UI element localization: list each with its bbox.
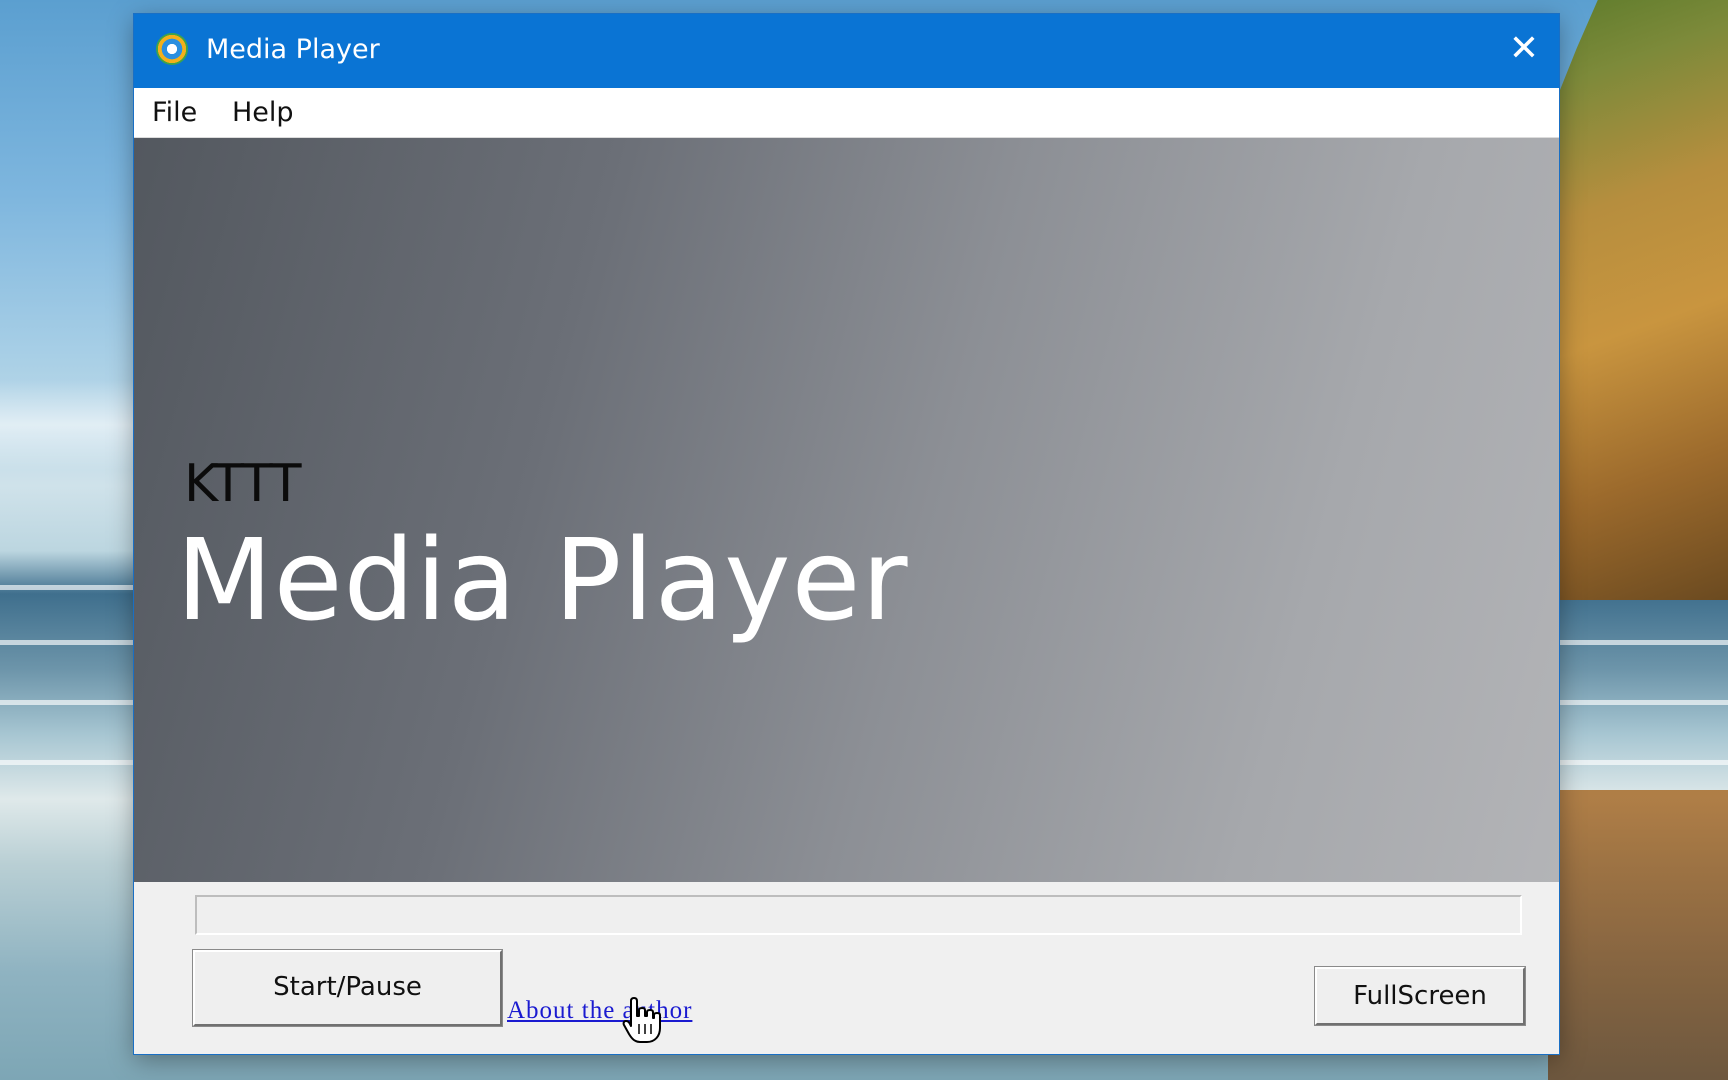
- media-player-app-icon: [156, 33, 188, 65]
- menu-help[interactable]: Help: [228, 96, 298, 130]
- fullscreen-button[interactable]: FullScreen: [1314, 966, 1526, 1026]
- about-author-link[interactable]: About the author: [507, 996, 692, 1026]
- menu-bar: File Help: [134, 88, 1559, 138]
- close-button[interactable]: ✕: [1489, 14, 1559, 88]
- hand-pointer-icon: [622, 997, 661, 1043]
- start-pause-button[interactable]: Start/Pause: [192, 949, 503, 1027]
- menu-file[interactable]: File: [148, 96, 201, 130]
- sand-reflection: [1548, 790, 1728, 1080]
- video-display-area[interactable]: KTTT Media Player: [134, 138, 1559, 882]
- desktop-background: Media Player ✕ File Help KTTT Media Play…: [0, 0, 1728, 1080]
- media-player-window: Media Player ✕ File Help KTTT Media Play…: [134, 14, 1559, 1054]
- window-title: Media Player: [206, 34, 380, 65]
- splash-brand-text: KTTT: [184, 454, 302, 514]
- title-bar[interactable]: Media Player ✕: [134, 14, 1559, 88]
- splash-title-text: Media Player: [176, 516, 909, 646]
- playback-progress-bar[interactable]: [195, 895, 1522, 935]
